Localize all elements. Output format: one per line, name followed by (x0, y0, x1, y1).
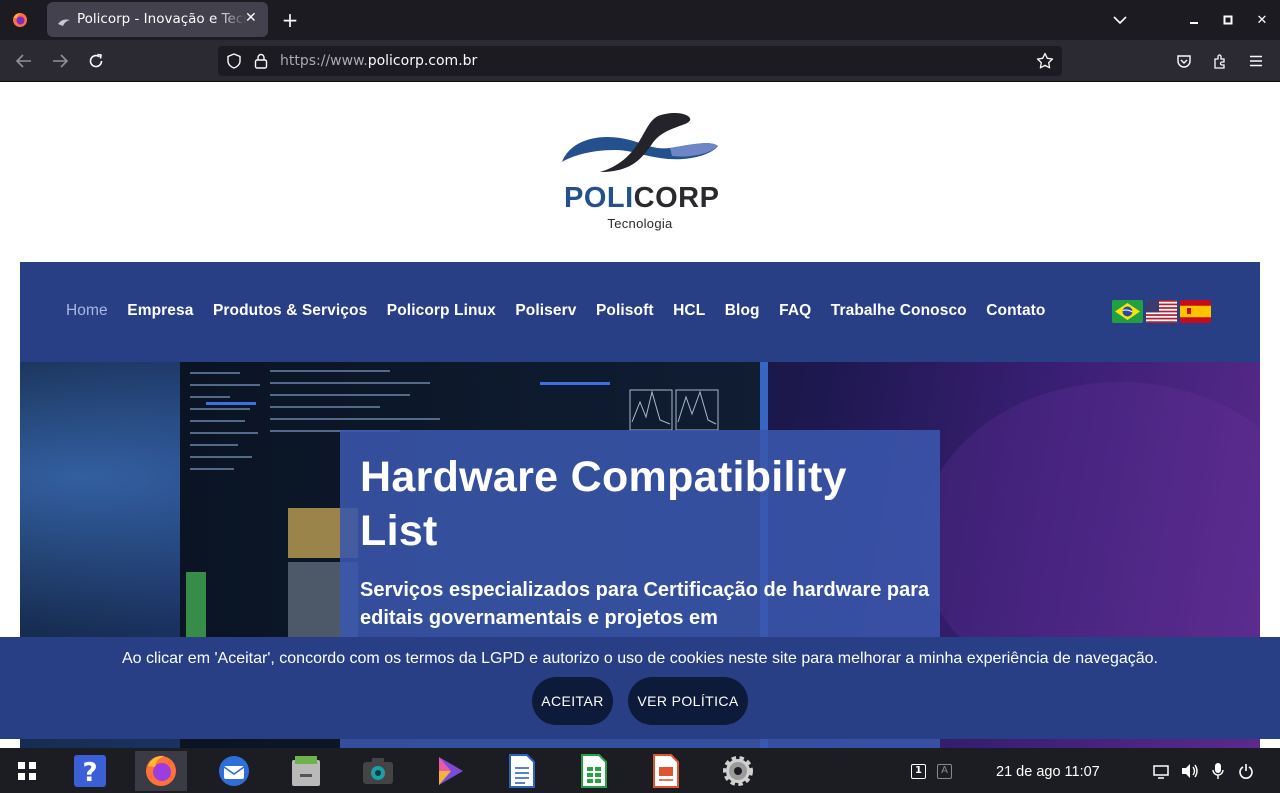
media-player-icon[interactable] (424, 751, 476, 791)
nav-item-produtos-servicos[interactable]: Produtos & Serviços (213, 302, 367, 320)
camera-icon[interactable] (352, 751, 404, 791)
impress-icon[interactable] (640, 751, 692, 791)
nav-item-trabalhe-conosco[interactable]: Trabalhe Conosco (831, 302, 967, 320)
pocket-icon[interactable] (1172, 49, 1196, 73)
logo-wordmark: POLICORP (564, 182, 720, 214)
cookie-consent-banner: Ao clicar em 'Aceitar', concordo com os … (0, 637, 1280, 739)
hero-title: Hardware Compatibility List (360, 453, 847, 555)
close-tab-icon[interactable]: ✕ (245, 10, 257, 26)
browser-tab[interactable]: Policorp - Inovação e Tecnologia ✕ (47, 2, 268, 37)
close-window-icon[interactable]: ✕ (1250, 8, 1274, 32)
forward-arrow-icon[interactable] (48, 49, 72, 73)
workspace-2-indicator[interactable]: A (937, 764, 952, 779)
nav-item-poliserv[interactable]: Poliserv (515, 302, 576, 320)
maximize-icon[interactable] (1216, 8, 1240, 32)
reload-icon[interactable] (84, 49, 108, 73)
help-icon[interactable]: ? (64, 751, 116, 791)
logo-tagline: Tecnologia (607, 216, 673, 231)
minimize-icon[interactable] (1182, 8, 1206, 32)
tab-favicon-icon (57, 13, 71, 32)
shield-icon[interactable] (226, 53, 242, 73)
nav-item-blog[interactable]: Blog (725, 302, 760, 320)
nav-item-polisoft[interactable]: Polisoft (596, 302, 654, 320)
hamburger-menu-icon[interactable] (1244, 49, 1268, 73)
nav-item-empresa[interactable]: Empresa (127, 302, 193, 320)
view-policy-button[interactable]: VER POLÍTICA (628, 677, 748, 725)
display-icon[interactable] (1153, 764, 1169, 783)
tab-title: Policorp - Inovação e Tecnologia (77, 11, 247, 27)
microphone-icon[interactable] (1212, 762, 1224, 784)
tab-list-chevron-icon[interactable] (1108, 8, 1132, 32)
firefox-menu-icon[interactable] (8, 8, 32, 32)
desktop-taskbar: ? 1 A 21 de ago 11:07 (0, 748, 1280, 793)
browser-titlebar: Policorp - Inovação e Tecnologia ✕ + ✕ (0, 0, 1280, 40)
cookie-consent-text: Ao clicar em 'Aceitar', concordo com os … (122, 650, 1158, 667)
nav-item-faq[interactable]: FAQ (779, 302, 811, 320)
firefox-icon[interactable] (135, 751, 187, 791)
brazil-flag-icon[interactable] (1112, 300, 1143, 323)
main-navigation: Home Empresa Produtos & Serviços Policor… (20, 262, 1260, 362)
hero-subtitle: Serviços especializados para Certificaçã… (360, 579, 930, 629)
bookmark-star-icon[interactable] (1036, 52, 1054, 74)
volume-icon[interactable] (1181, 763, 1199, 783)
nav-item-contato[interactable]: Contato (986, 302, 1045, 320)
extensions-icon[interactable] (1208, 49, 1232, 73)
writer-icon[interactable] (496, 751, 548, 791)
nav-item-home[interactable]: Home (66, 302, 108, 320)
clock[interactable]: 21 de ago 11:07 (996, 764, 1100, 780)
usa-flag-icon[interactable] (1146, 300, 1177, 323)
browser-toolbar: https://www.policorp.com.br (0, 40, 1280, 82)
app-grid-icon[interactable] (1, 751, 53, 791)
accept-cookies-button[interactable]: ACEITAR (532, 677, 613, 725)
url-bar[interactable]: https://www.policorp.com.br (218, 46, 1062, 76)
back-arrow-icon[interactable] (12, 49, 36, 73)
lock-icon[interactable] (254, 53, 268, 73)
thunderbird-icon[interactable] (208, 751, 260, 791)
nav-menu: Home Empresa Produtos & Serviços Policor… (66, 302, 1065, 320)
url-text: https://www.policorp.com.br (280, 53, 478, 69)
web-page: POLICORP Tecnologia Home Empresa Produto… (0, 82, 1280, 748)
settings-icon[interactable] (712, 751, 764, 791)
files-icon[interactable] (280, 751, 332, 791)
svg-text:?: ? (82, 758, 97, 788)
workspace-1-indicator[interactable]: 1 (911, 764, 926, 779)
nav-item-hcl[interactable]: HCL (673, 302, 705, 320)
nav-item-policorp-linux[interactable]: Policorp Linux (387, 302, 496, 320)
power-icon[interactable] (1239, 763, 1253, 783)
calc-icon[interactable] (568, 751, 620, 791)
new-tab-icon[interactable]: + (278, 8, 302, 32)
spain-flag-icon[interactable] (1180, 300, 1211, 323)
